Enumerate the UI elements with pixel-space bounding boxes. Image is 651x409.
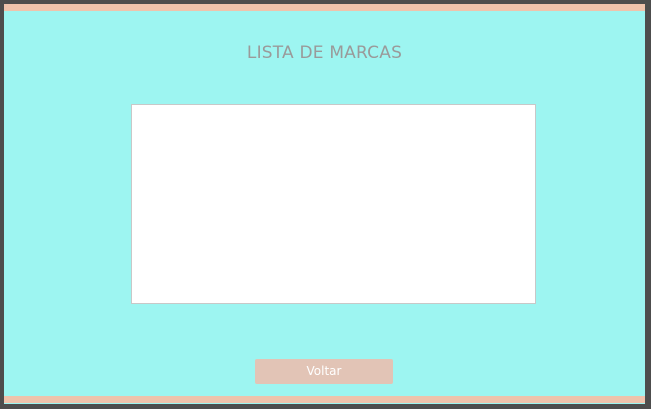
page-title: LISTA DE MARCAS xyxy=(246,43,403,63)
top-accent-stripe xyxy=(4,4,645,11)
back-button[interactable]: Voltar xyxy=(255,359,393,384)
app-window: LISTA DE MARCAS Voltar xyxy=(0,0,651,409)
bottom-accent-stripe xyxy=(4,396,645,403)
brands-listbox[interactable] xyxy=(131,104,536,304)
